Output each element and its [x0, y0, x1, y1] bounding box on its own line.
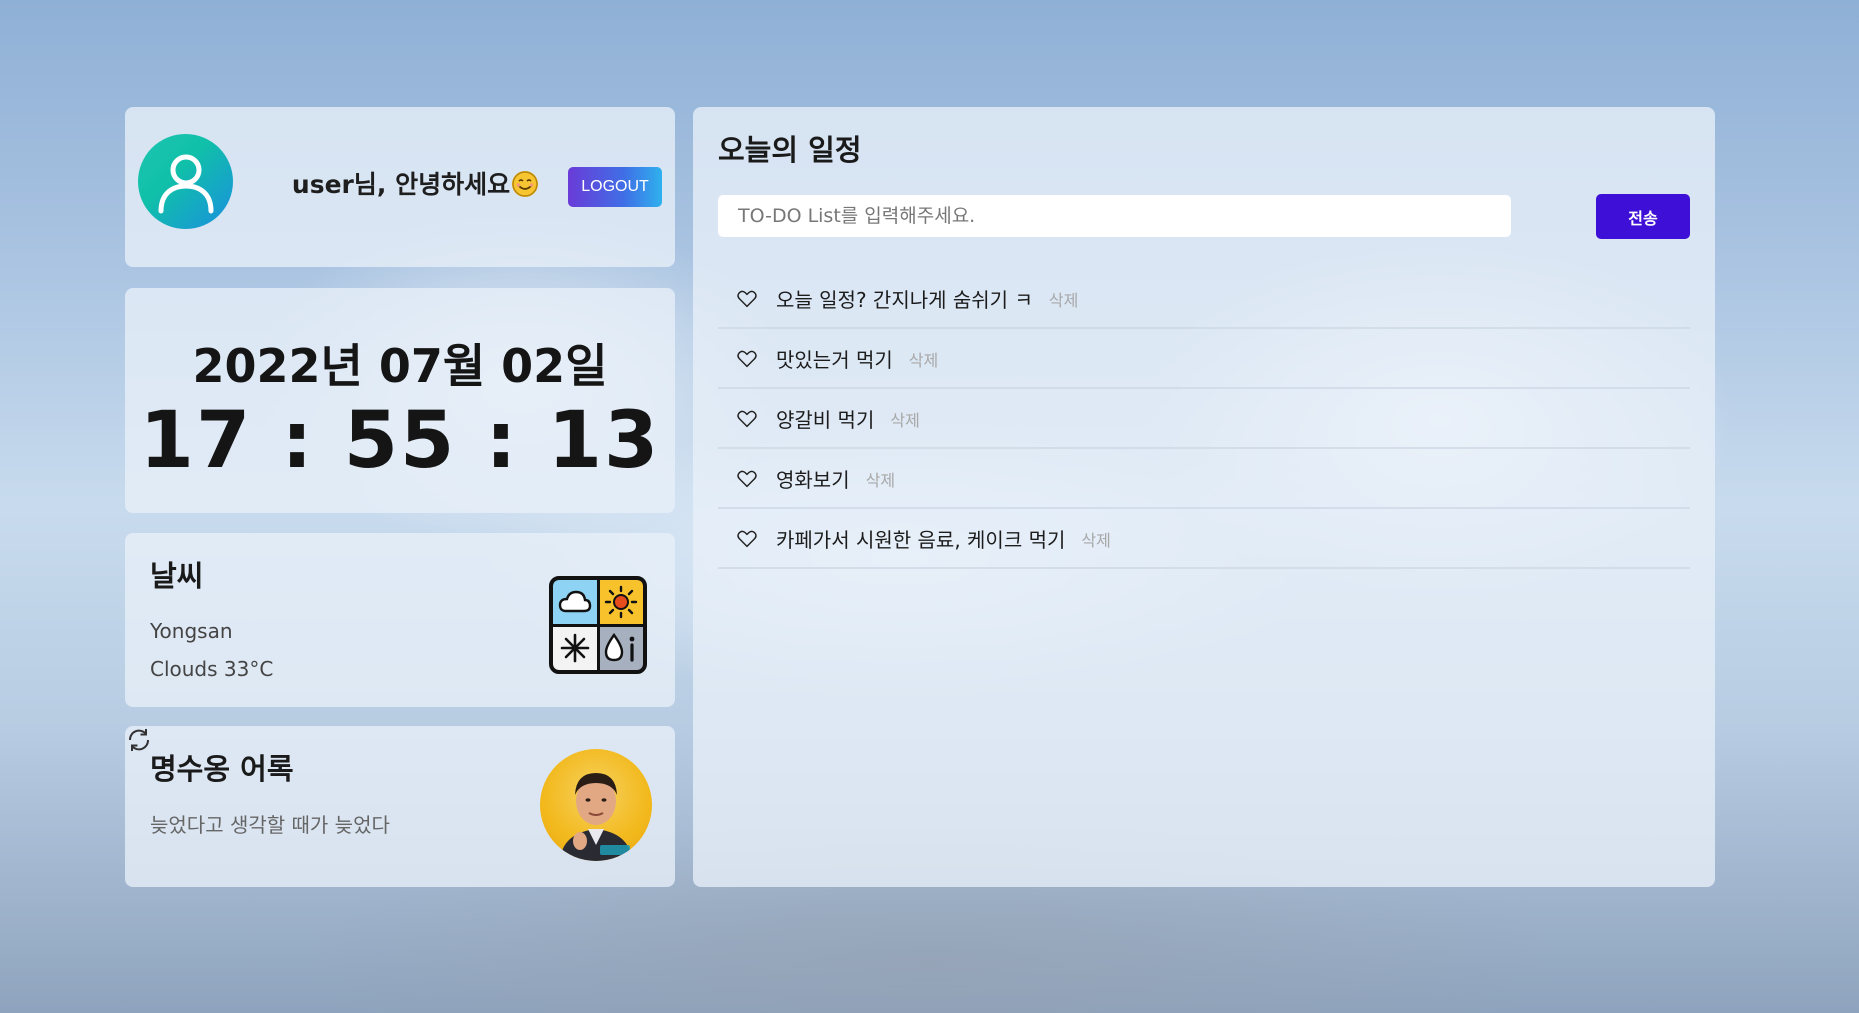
- weather-icon: [549, 576, 647, 674]
- delete-button[interactable]: 삭제: [909, 347, 938, 371]
- weather-card: 날씨 Yongsan Clouds 33°C: [125, 533, 675, 707]
- delete-button[interactable]: 삭제: [1049, 287, 1078, 311]
- greeting: user님, 안녕하세요: [285, 165, 545, 201]
- heart-icon[interactable]: [736, 528, 758, 550]
- current-time: 17 : 55 : 13: [139, 396, 661, 486]
- todo-item: 오늘 일정? 간지나게 숨쉬기 ㅋ 삭제: [718, 270, 1690, 329]
- todo-panel: 오늘의 일정 전송 오늘 일정? 간지나게 숨쉬기 ㅋ 삭제 맛있는거 먹기 삭…: [693, 107, 1715, 887]
- todo-text: 영화보기: [776, 468, 850, 492]
- delete-button[interactable]: 삭제: [890, 407, 919, 431]
- heart-icon[interactable]: [736, 348, 758, 370]
- person-avatar: [540, 749, 652, 861]
- current-date: 2022년 07월 02일: [192, 339, 608, 393]
- user-icon: [158, 154, 213, 213]
- todo-item: 카페가서 시원한 음료, 케이크 먹기 삭제: [718, 510, 1690, 569]
- todo-text: 카페가서 시원한 음료, 케이크 먹기: [776, 528, 1066, 552]
- delete-button[interactable]: 삭제: [866, 467, 895, 491]
- clock-card: 2022년 07월 02일 17 : 55 : 13: [125, 288, 675, 513]
- greeting-text: user님, 안녕하세요: [291, 170, 511, 199]
- refresh-icon[interactable]: [125, 729, 153, 758]
- quote-title: 명수옹 어록: [150, 752, 294, 786]
- weather-title: 날씨: [150, 559, 204, 593]
- todo-title: 오늘의 일정: [718, 133, 862, 167]
- weather-city: Yongsan: [150, 619, 233, 643]
- heart-icon[interactable]: [736, 288, 758, 310]
- heart-icon[interactable]: [736, 468, 758, 490]
- logout-button[interactable]: LOGOUT: [568, 167, 662, 207]
- heart-icon[interactable]: [736, 408, 758, 430]
- send-button[interactable]: 전송: [1596, 194, 1690, 239]
- todo-item: 영화보기 삭제: [718, 450, 1690, 509]
- todo-item: 맛있는거 먹기 삭제: [718, 330, 1690, 389]
- todo-input[interactable]: [718, 195, 1511, 237]
- quote-text: 늦었다고 생각할 때가 늦었다: [150, 813, 390, 837]
- delete-button[interactable]: 삭제: [1081, 527, 1110, 551]
- todo-item: 양갈비 먹기 삭제: [718, 390, 1690, 449]
- todo-text: 오늘 일정? 간지나게 숨쉬기 ㅋ: [776, 288, 1033, 312]
- smiling-face-icon: [512, 171, 539, 197]
- todo-text: 양갈비 먹기: [776, 408, 875, 432]
- profile-card: user님, 안녕하세요 LOGOUT: [125, 107, 675, 267]
- todo-list: 오늘 일정? 간지나게 숨쉬기 ㅋ 삭제 맛있는거 먹기 삭제 양갈비 먹기 삭…: [718, 270, 1690, 570]
- user-avatar: [138, 134, 233, 229]
- todo-text: 맛있는거 먹기: [776, 348, 893, 372]
- weather-condition: Clouds 33°C: [150, 657, 274, 681]
- quote-card: 명수옹 어록 늦었다고 생각할 때가 늦었다: [125, 726, 675, 887]
